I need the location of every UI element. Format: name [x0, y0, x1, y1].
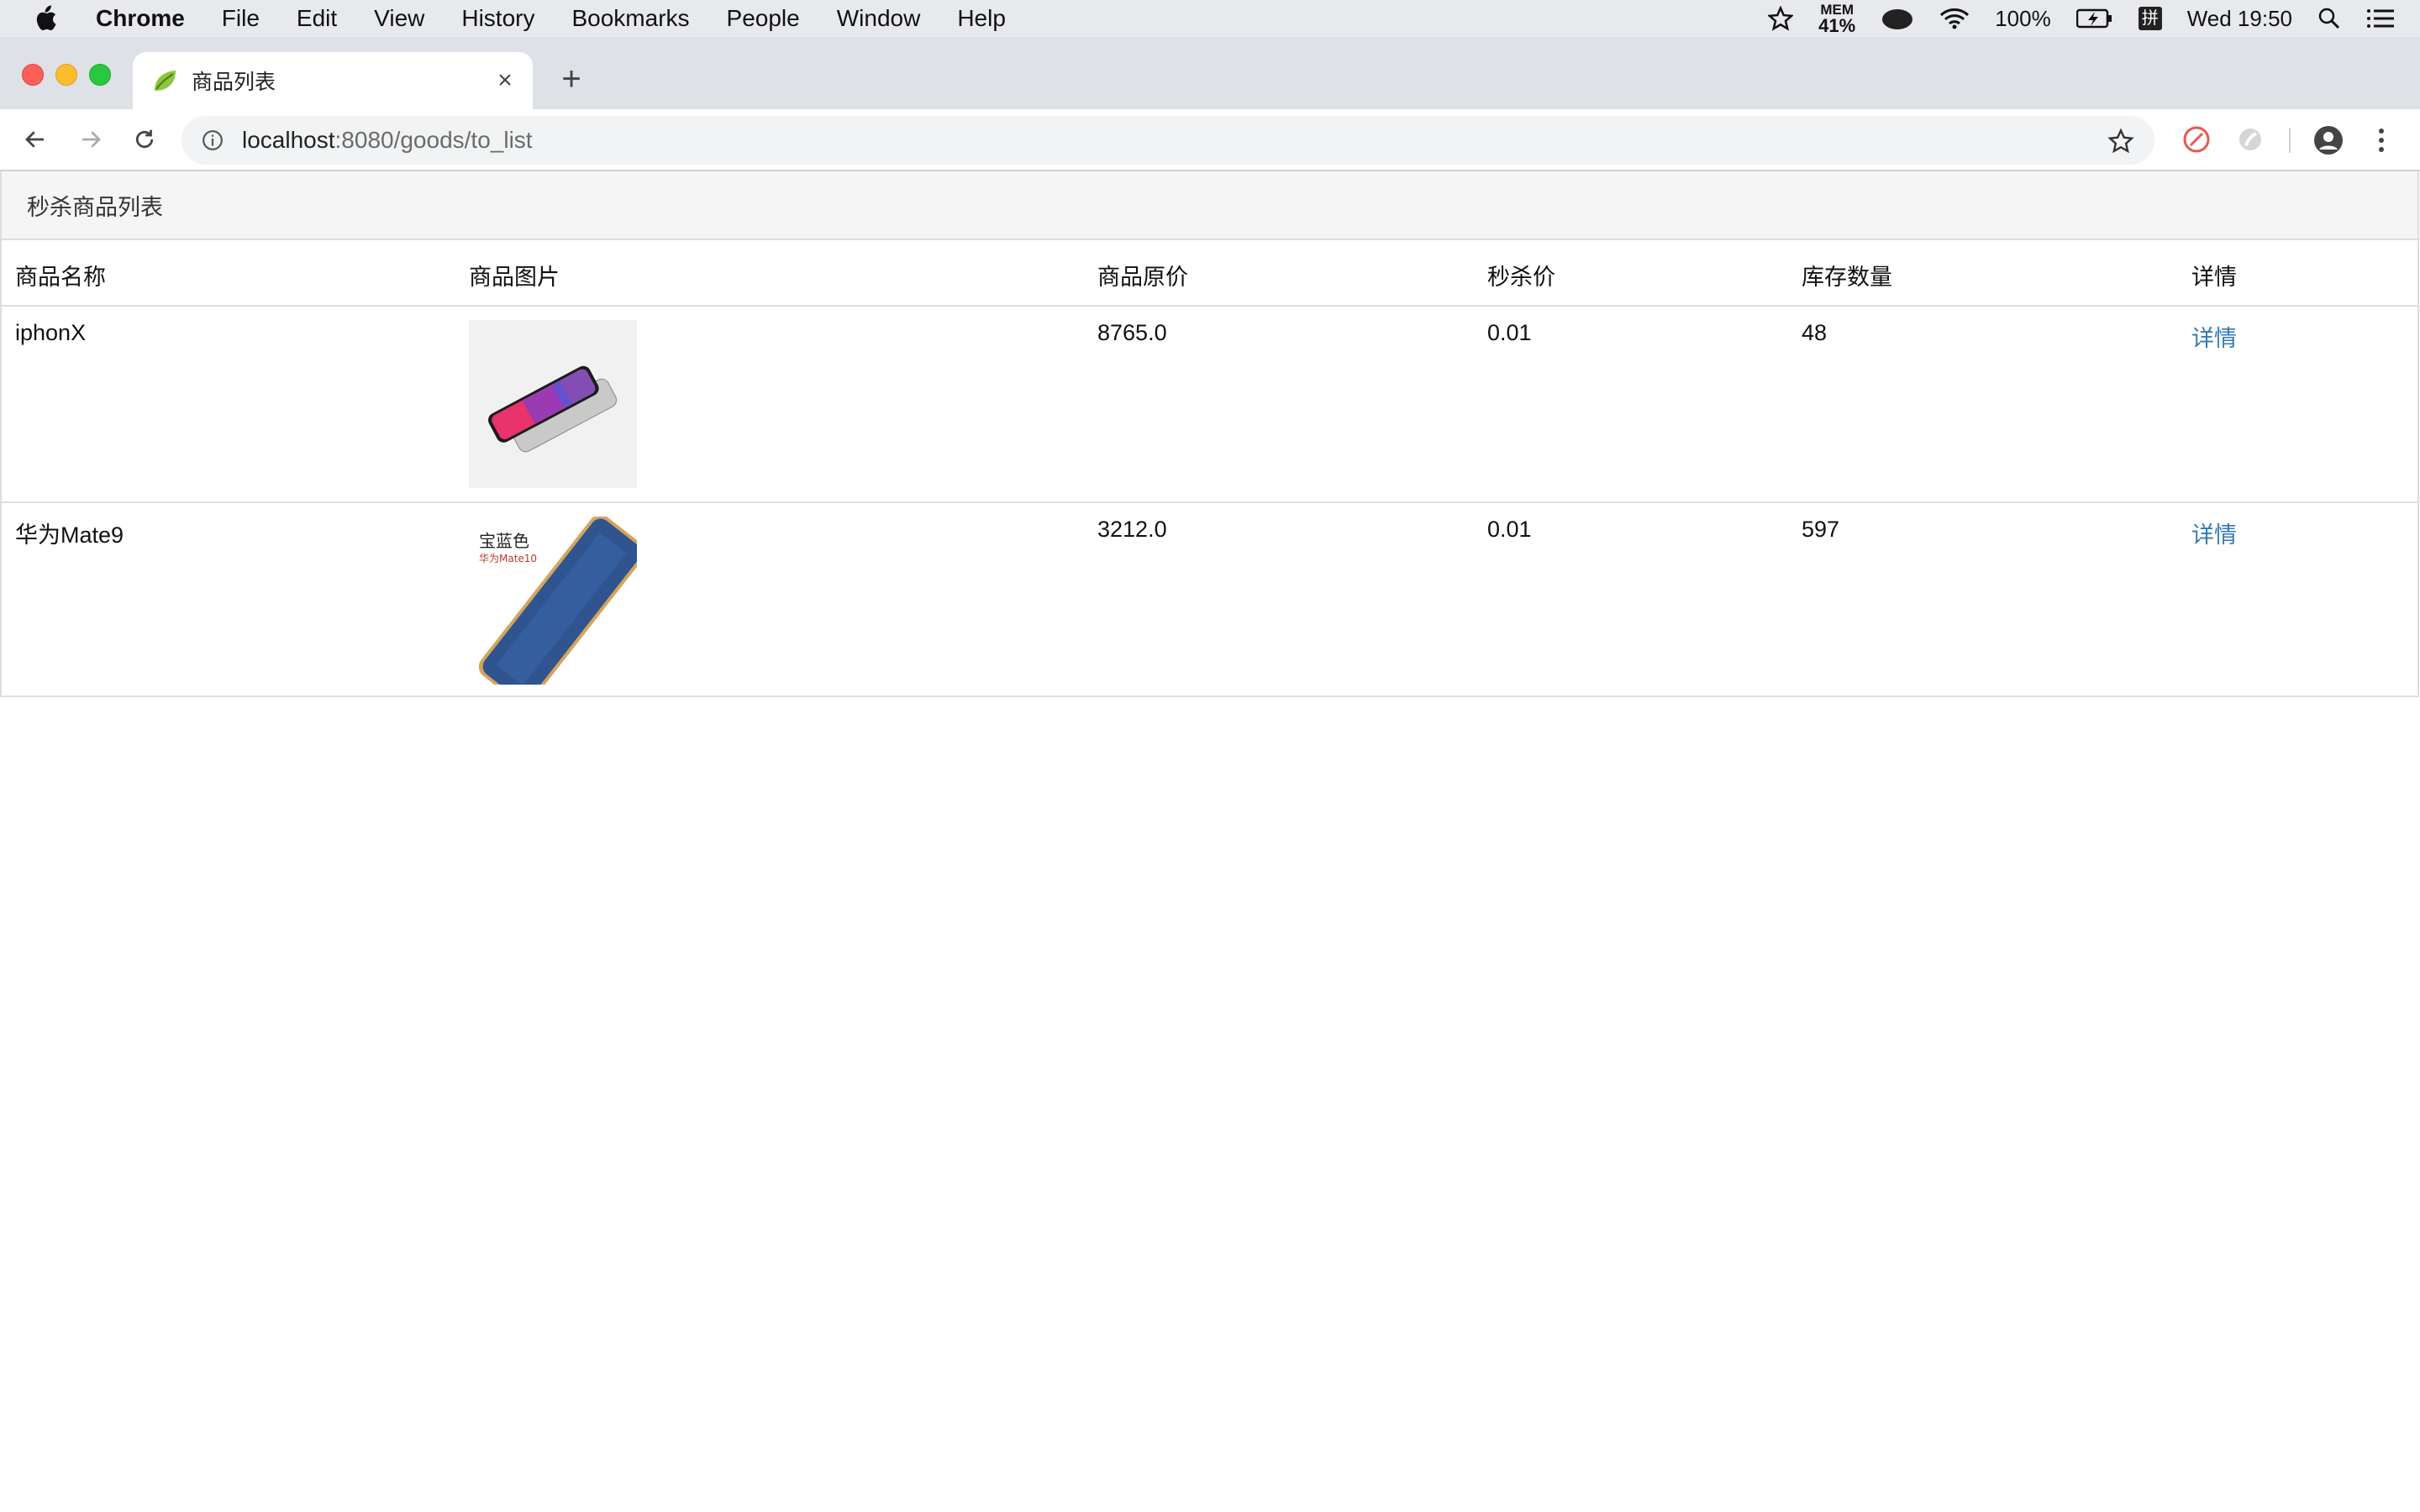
goods-detail-cell: 详情 — [2178, 306, 2417, 502]
maximize-window-button[interactable] — [89, 64, 111, 86]
column-header-image: 商品图片 — [455, 240, 1084, 307]
clock[interactable]: Wed 19:50 — [2187, 6, 2292, 32]
profile-avatar-icon[interactable] — [2312, 124, 2344, 156]
goods-name: 华为Mate9 — [2, 501, 455, 699]
chrome-menu-icon[interactable] — [2373, 124, 2390, 156]
goods-price: 8765.0 — [1097, 320, 1167, 345]
menu-bookmarks[interactable]: Bookmarks — [571, 5, 689, 32]
extension-red-icon[interactable] — [2181, 124, 2212, 155]
goods-table: 商品名称 商品图片 商品原价 秒杀价 库存数量 详情 iphonX 8765.0… — [2, 240, 2417, 699]
menu-window[interactable]: Window — [837, 5, 921, 32]
iphone-x-product-image — [469, 320, 637, 488]
reload-icon[interactable] — [128, 123, 161, 156]
menu-edit[interactable]: Edit — [297, 5, 337, 32]
goods-seckill-price: 0.01 — [1487, 320, 1532, 345]
browser-toolbar: localhost:8080/goods/to_list — [0, 109, 2420, 171]
battery-charging-icon[interactable] — [2075, 8, 2113, 29]
panel-heading: 秒杀商品列表 — [2, 171, 2417, 240]
goods-image-cell: 宝蓝色 华为Mate10 — [455, 501, 1084, 699]
image-caption-model: 华为Mate10 — [479, 553, 537, 564]
macos-menubar: Chrome File Edit View History Bookmarks … — [0, 0, 2420, 37]
column-header-detail: 详情 — [2178, 240, 2417, 307]
spring-leaf-favicon-icon — [151, 66, 180, 95]
table-row: 华为Mate9 宝蓝色 华为Mate10 3212.0 0.01 597 详情 — [2, 501, 2417, 699]
image-caption-color: 宝蓝色 — [479, 531, 529, 551]
spotlight-search-icon[interactable] — [2317, 7, 2341, 30]
table-row: iphonX 8765.0 0.01 48 详情 — [2, 306, 2417, 502]
back-arrow-icon[interactable] — [18, 123, 52, 156]
memory-label: MEM — [1820, 1, 1854, 18]
url-text[interactable]: localhost:8080/goods/to_list — [242, 127, 533, 154]
tab-strip: 商品列表 × + — [0, 37, 2420, 109]
huawei-mate-product-image: 宝蓝色 华为Mate10 — [469, 517, 637, 685]
column-header-price: 商品原价 — [1084, 240, 1474, 307]
memory-value: 41% — [1818, 14, 1856, 36]
menu-file[interactable]: File — [222, 5, 260, 32]
input-method-icon[interactable]: 拼 — [2138, 7, 2162, 30]
wifi-icon[interactable] — [1939, 7, 1970, 30]
menu-app-name[interactable]: Chrome — [96, 5, 185, 32]
goods-price: 3212.0 — [1084, 501, 1474, 699]
column-header-stock: 库存数量 — [1788, 240, 2178, 307]
detail-link[interactable]: 详情 — [2191, 326, 2237, 351]
detail-link[interactable]: 详情 — [2191, 522, 2237, 548]
qq-penguin-icon[interactable] — [1881, 6, 1914, 31]
goods-stock: 48 — [1802, 320, 1828, 345]
menu-help[interactable]: Help — [957, 5, 1006, 32]
address-bar[interactable]: localhost:8080/goods/to_list — [182, 116, 2154, 165]
toolbar-divider — [2289, 128, 2291, 153]
minimize-window-button[interactable] — [55, 64, 77, 86]
site-info-icon[interactable] — [200, 128, 225, 153]
goods-stock: 597 — [1788, 501, 2178, 699]
close-window-button[interactable] — [22, 64, 44, 86]
url-path: :8080/goods/to_list — [334, 127, 533, 153]
column-header-name: 商品名称 — [2, 240, 455, 307]
column-header-seckill-price: 秒杀价 — [1474, 240, 1788, 307]
battery-percent: 100% — [1995, 5, 2051, 31]
menu-people[interactable]: People — [727, 5, 800, 32]
star-status-icon[interactable] — [1768, 6, 1794, 31]
extension-gray-icon[interactable] — [2235, 124, 2265, 155]
forward-arrow-icon[interactable] — [74, 123, 108, 156]
memory-monitor[interactable]: MEM 41% — [1818, 3, 1855, 35]
menu-history[interactable]: History — [461, 5, 534, 32]
goods-name: iphonX — [15, 320, 87, 345]
new-tab-button[interactable]: + — [555, 62, 588, 96]
tab-goods-list[interactable]: 商品列表 × — [133, 52, 533, 109]
bookmark-star-icon[interactable] — [2107, 128, 2134, 155]
tab-title: 商品列表 — [192, 71, 276, 94]
goods-panel: 秒杀商品列表 商品名称 商品图片 商品原价 秒杀价 库存数量 详情 iphonX — [0, 171, 2419, 699]
tab-close-icon[interactable]: × — [492, 68, 518, 93]
apple-logo-icon[interactable] — [34, 4, 59, 33]
url-host: localhost — [242, 127, 335, 153]
goods-detail-cell: 详情 — [2178, 501, 2417, 699]
goods-seckill-price: 0.01 — [1474, 501, 1788, 699]
status-area: MEM 41% 100% 拼 Wed 19:50 — [1768, 0, 2395, 37]
menu-view[interactable]: View — [374, 5, 424, 32]
goods-image-cell — [455, 306, 1084, 502]
notification-center-icon[interactable] — [2366, 8, 2395, 29]
